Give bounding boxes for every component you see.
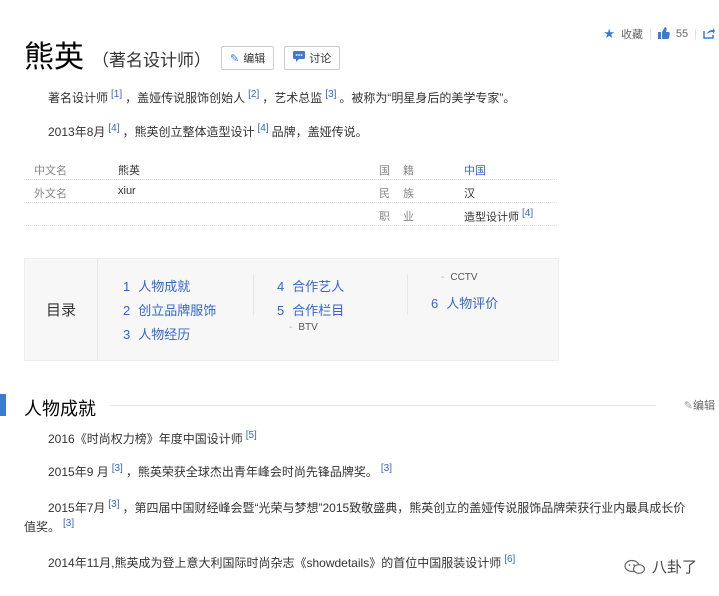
divider: | [649,28,652,40]
achievement-entry: 2014年11月,熊英成为登上意大利国际时尚杂志《showdetails》的首位… [48,554,518,571]
entry-text: 2014年11月,熊英成为登上意大利国际时尚杂志《showdetails》的首位… [48,556,502,570]
achievement-entry: 2015年7月 [3] ，第四届中国财经峰会暨“光荣与梦想”2015致敬盛典，熊英创… [48,499,685,516]
citation-link[interactable]: [1] [111,89,122,100]
watermark: 八卦了 [624,556,697,577]
toc-item-experience[interactable]: 3 人物经历 [123,324,190,343]
info-value: 熊英 [118,165,140,177]
toc-item-label: 人物经历 [138,327,191,342]
intro-text: 品牌，盖娅传说。 [271,125,368,139]
intro-paragraph-1: 著名设计师 [1] ，盖娅传说服饰创始人 [2] ，艺术总监 [3] 。被称为“明星身后的美… [48,89,515,106]
entry-text: 2015年9 月 [48,465,109,479]
entry-text: 值奖。 [24,520,61,534]
toc-item-label: 合作栏目 [292,303,345,318]
article-actions: ★ 收藏 | 55 | [603,26,715,42]
toc-number: 6 [431,296,439,311]
citation-link[interactable]: [2] [248,89,259,100]
citation-link[interactable]: [4] [522,208,533,219]
citation-link[interactable]: [4] [258,123,269,134]
page-subtitle: （著名设计师） [92,51,211,70]
citation-link[interactable]: [3] [108,499,119,510]
info-key: 中文名 [34,165,67,177]
watermark-text: 八卦了 [651,559,697,576]
intro-text: 著名设计师 [48,91,109,105]
toc-item-programs[interactable]: 5 合作栏目 [277,300,344,319]
citation-link[interactable]: [6] [504,554,515,565]
toc-item-label: 创立品牌服饰 [138,303,217,318]
toc-item-artists[interactable]: 4 合作艺人 [277,276,344,295]
info-value-link[interactable]: 中国 [464,162,486,178]
citation-link[interactable]: [4] [108,123,119,134]
info-value: xiur [118,185,136,197]
basic-info-table: 中文名 熊英 国 籍 中国 外文名 xiur 民 族 汉 职 业 造型设计师 [4… [24,157,557,226]
toc-item-evaluation[interactable]: 6 人物评价 [431,293,498,312]
toc-item-label: 合作艺人 [292,279,345,294]
info-key: 国 籍 [379,165,415,177]
toc-number: 5 [277,303,285,318]
toc-number: 3 [123,327,131,342]
title-row: 熊英 （著名设计师） ✎ 编辑 讨论 [24,41,341,74]
section-edit-label: 编辑 [693,400,715,412]
like-count: 55 [675,28,689,40]
toc-item-achievements[interactable]: 1 人物成就 [123,276,190,295]
toc-item-brand[interactable]: 2 创立品牌服饰 [123,300,216,319]
intro-text: ，艺术总监 [262,91,323,105]
citation-link[interactable]: [5] [246,430,257,441]
intro-text: ，盖娅传说服饰创始人 [125,91,246,105]
info-row: 中文名 熊英 国 籍 中国 [24,157,557,180]
info-value: 造型设计师 [4] [464,208,536,225]
discuss-button[interactable]: 讨论 [284,46,341,70]
info-key: 职 业 [379,211,415,223]
thumbs-up-icon[interactable] [657,26,670,42]
achievement-entry: 2016《时尚权力榜》年度中国设计师 [5] [48,430,260,447]
toc-divider [407,275,408,315]
achievement-entry: 2015年9 月 [3] ，熊英荣获全球杰出青年峰会时尚先锋品牌奖。 [3] [48,463,395,480]
info-value-text: 造型设计师 [464,211,519,224]
toc-subitem-cctv[interactable]: CCTV [441,272,477,283]
section-title: 人物成就 [24,399,96,419]
intro-text: 。被称为“明星身后的美学专家”。 [339,91,516,105]
toc-number: 4 [277,279,285,294]
toc-label: 目录 [25,259,98,360]
edit-label: 编辑 [243,53,266,65]
section-divider [110,405,656,406]
divider: | [694,28,697,40]
pencil-icon: ✎ [230,52,240,65]
page-title: 熊英 [24,41,84,74]
achievement-entry-continued: 值奖。 [3] [24,518,77,535]
wechat-icon [624,559,646,574]
citation-link[interactable]: [3] [112,463,123,474]
entry-text: 2015年7月 [48,501,106,515]
info-key: 外文名 [34,188,67,200]
toc-item-label: 人物成就 [138,279,191,294]
intro-text: ，熊英创立整体造型设计 [122,125,255,139]
table-of-contents: 目录 1 人物成就 2 创立品牌服饰 3 人物经历 4 合作艺人 5 合作栏目 BTV C… [24,258,559,361]
entry-text: ，熊英荣获全球杰出青年峰会时尚先锋品牌奖。 [125,465,378,479]
info-row: 职 业 造型设计师 [4] [24,203,557,226]
chat-bubble-icon [293,51,306,65]
section-accent-bar [0,394,6,416]
intro-paragraph-2: 2013年8月 [4] ，熊英创立整体造型设计 [4] 品牌，盖娅传说。 [48,123,368,140]
citation-link[interactable]: [3] [381,463,392,474]
info-key: 民 族 [379,188,415,200]
info-value: 汉 [464,188,475,200]
section-edit-button[interactable]: ✎编辑 [684,397,715,413]
entry-text: 2016《时尚权力榜》年度中国设计师 [48,432,243,446]
pencil-icon: ✎ [683,400,693,412]
toc-number: 2 [123,303,131,318]
toc-item-label: 人物评价 [446,296,499,311]
collect-label[interactable]: 收藏 [621,26,643,42]
edit-button[interactable]: ✎ 编辑 [221,46,275,70]
toc-divider [253,275,254,315]
toc-number: 1 [123,279,131,294]
discuss-label: 讨论 [309,53,332,65]
share-icon[interactable] [703,27,715,42]
star-icon[interactable]: ★ [603,26,615,42]
entry-text: ，第四届中国财经峰会暨“光荣与梦想”2015致敬盛典，熊英创立的盖娅传说服饰品牌… [122,501,686,515]
intro-text: 2013年8月 [48,125,106,139]
toc-subitem-btv[interactable]: BTV [289,322,317,333]
citation-link[interactable]: [3] [63,518,74,529]
info-row: 外文名 xiur 民 族 汉 [24,180,557,203]
citation-link[interactable]: [3] [325,89,336,100]
